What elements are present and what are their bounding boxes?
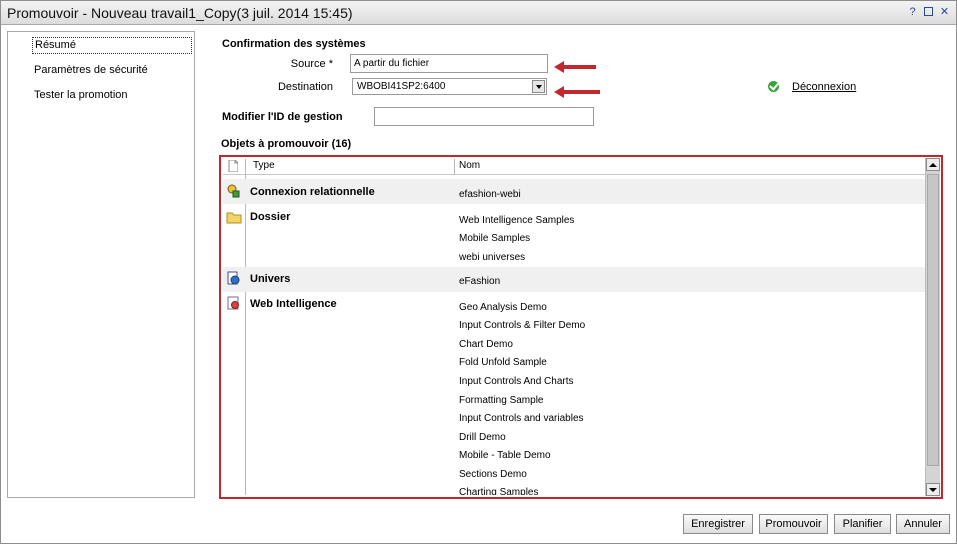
logout-link[interactable]: Déconnexion [792, 81, 856, 93]
name-cell: Mobile Samples [459, 233, 531, 244]
nav-item-test-promotion[interactable]: Tester la promotion [32, 88, 192, 105]
name-cell: webi universes [459, 252, 526, 263]
table-row[interactable]: Dossier Web Intelligence Samples Mobile … [223, 205, 926, 267]
name-cell: Drill Demo [459, 432, 506, 443]
name-cell: Input Controls & Filter Demo [459, 320, 586, 331]
chevron-down-icon[interactable] [532, 80, 545, 93]
scroll-down-button[interactable] [926, 483, 940, 496]
close-icon[interactable]: ✕ [939, 6, 950, 18]
name-cell: Charting Samples [459, 487, 539, 495]
navigation-panel: Résumé Paramètres de sécurité Tester la … [7, 31, 195, 498]
promote-dialog: Promouvoir - Nouveau travail1_Copy(3 jui… [0, 0, 957, 544]
type-cell: Connexion relationnelle [250, 186, 375, 198]
type-cell: Web Intelligence [250, 298, 337, 310]
management-id-label: Modifier l'ID de gestion [222, 111, 343, 123]
relational-connection-icon [227, 184, 240, 198]
objects-table: Type Nom Connexion relationnelle efashio… [219, 155, 943, 499]
name-cell: eFashion [459, 276, 501, 287]
source-field[interactable]: A partir du fichier [350, 54, 548, 73]
window-controls: ? ✕ [907, 6, 950, 18]
type-cell: Univers [250, 273, 291, 285]
name-cell: Sections Demo [459, 469, 527, 480]
save-button[interactable]: Enregistrer [683, 514, 753, 534]
management-id-input[interactable] [374, 107, 594, 126]
nav-item-security-settings[interactable]: Paramètres de sécurité [32, 63, 192, 80]
name-cell: Geo Analysis Demo [459, 302, 547, 313]
objects-to-promote-title: Objets à promouvoir (16) [221, 138, 352, 150]
systems-confirmation-title: Confirmation des systèmes [222, 38, 366, 50]
universe-icon [227, 271, 240, 285]
name-cell: Input Controls and variables [459, 413, 584, 424]
document-icon [228, 160, 238, 172]
column-divider[interactable] [454, 159, 455, 175]
column-header-type[interactable]: Type [253, 160, 275, 171]
source-label: Source * [290, 58, 333, 70]
scroll-thumb[interactable] [927, 174, 939, 466]
title-bar: Promouvoir - Nouveau travail1_Copy(3 jui… [1, 1, 956, 25]
name-cell: Formatting Sample [459, 395, 544, 406]
scroll-up-button[interactable] [926, 158, 940, 171]
annotation-arrow-source [554, 61, 596, 73]
table-row[interactable]: Connexion relationnelle efashion-webi [223, 179, 926, 204]
annotation-arrow-destination [554, 86, 600, 98]
vertical-scrollbar[interactable] [925, 158, 940, 496]
schedule-button[interactable]: Planifier [834, 514, 891, 534]
check-circle-icon [768, 81, 779, 92]
cancel-button[interactable]: Annuler [896, 514, 950, 534]
web-intelligence-document-icon [227, 296, 239, 310]
folder-icon [226, 212, 242, 224]
name-cell: Chart Demo [459, 339, 513, 350]
table-row[interactable]: Web Intelligence Geo Analysis Demo Input… [223, 292, 926, 495]
destination-label: Destination [277, 81, 333, 93]
destination-select[interactable]: WBOBI41SP2:6400 [352, 78, 547, 95]
name-cell: Input Controls And Charts [459, 376, 574, 387]
help-icon[interactable]: ? [907, 6, 918, 18]
name-cell: Mobile - Table Demo [459, 450, 551, 461]
nav-item-resume[interactable]: Résumé [32, 37, 192, 54]
objects-table-body: Type Nom Connexion relationnelle efashio… [223, 159, 926, 495]
table-row[interactable]: Univers eFashion [223, 267, 926, 292]
maximize-icon[interactable] [924, 7, 933, 16]
type-cell: Dossier [250, 211, 291, 223]
promote-button[interactable]: Promouvoir [759, 514, 828, 534]
name-cell: efashion-webi [459, 189, 521, 200]
column-header-name[interactable]: Nom [459, 160, 480, 171]
name-cell: Web Intelligence Samples [459, 215, 575, 226]
destination-value: WBOBI41SP2:6400 [357, 81, 446, 92]
name-cell: Fold Unfold Sample [459, 357, 547, 368]
window-title: Promouvoir - Nouveau travail1_Copy(3 jui… [7, 5, 353, 21]
table-header: Type Nom [223, 159, 926, 175]
